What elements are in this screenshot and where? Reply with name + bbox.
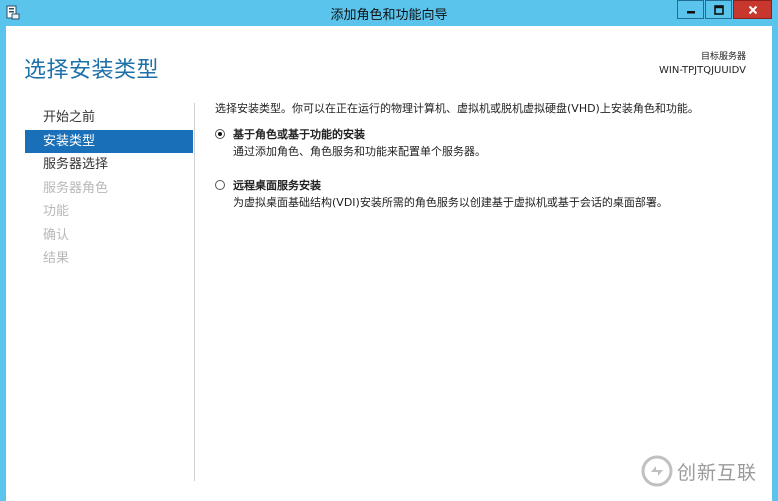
title-bar[interactable]: 添加角色和功能向导 bbox=[0, 0, 778, 26]
option-role-based[interactable]: 基于角色或基于功能的安装 通过添加角色、角色服务和功能来配置单个服务器。 bbox=[215, 128, 755, 160]
page-title: 选择安装类型 bbox=[24, 58, 160, 83]
target-server-name: WIN-TPJTQJUUIDV bbox=[659, 65, 746, 76]
watermark: 创新互联 bbox=[641, 453, 757, 489]
target-server-label: 目标服务器 bbox=[700, 52, 746, 62]
minimize-icon bbox=[686, 10, 695, 13]
wizard-content-area: 选择安装类型 目标服务器 WIN-TPJTQJUUIDV 开始之前 安装类型 服… bbox=[6, 26, 772, 501]
nav-item-confirmation: 确认 bbox=[43, 227, 70, 243]
minimize-button[interactable] bbox=[677, 0, 704, 19]
nav-divider bbox=[194, 103, 195, 481]
window-title: 添加角色和功能向导 bbox=[330, 8, 448, 23]
option-remote-desktop-description: 为虚拟桌面基础结构(VDI)安装所需的角色服务以创建基于虚拟机或基于会话的桌面部… bbox=[233, 196, 668, 209]
nav-item-results: 结果 bbox=[43, 251, 70, 266]
maximize-icon bbox=[713, 4, 724, 15]
main-panel: 选择安装类型。你可以在正在运行的物理计算机、虚拟机或脱机虚拟硬盘(VHD)上安装… bbox=[215, 102, 755, 230]
option-role-based-title[interactable]: 基于角色或基于功能的安装 bbox=[233, 128, 755, 142]
wizard-window: 添加角色和功能向导 选择安装类型 目标服务器 WIN-TPJTQJUUIDV 开… bbox=[0, 0, 778, 501]
wizard-nav: 开始之前 安装类型 服务器选择 服务器角色 功能 确认 结果 bbox=[25, 106, 193, 271]
nav-item-before-you-begin[interactable]: 开始之前 bbox=[25, 106, 193, 130]
option-role-based-description: 通过添加角色、角色服务和功能来配置单个服务器。 bbox=[233, 145, 486, 158]
intro-text: 选择安装类型。你可以在正在运行的物理计算机、虚拟机或脱机虚拟硬盘(VHD)上安装… bbox=[215, 102, 699, 115]
maximize-button[interactable] bbox=[705, 0, 732, 19]
nav-item-installation-type[interactable]: 安装类型 bbox=[25, 129, 193, 153]
nav-item-server-selection[interactable]: 服务器选择 bbox=[25, 153, 193, 177]
watermark-logo-icon bbox=[641, 455, 673, 487]
close-icon bbox=[748, 5, 757, 14]
target-server-info: 目标服务器 WIN-TPJTQJUUIDV bbox=[659, 50, 746, 78]
radio-role-based[interactable] bbox=[215, 129, 225, 139]
option-remote-desktop-title[interactable]: 远程桌面服务安装 bbox=[233, 179, 755, 193]
radio-remote-desktop[interactable] bbox=[215, 180, 225, 190]
nav-item-features: 功能 bbox=[43, 204, 70, 219]
close-button[interactable] bbox=[733, 0, 772, 19]
nav-item-server-roles: 服务器角色 bbox=[43, 180, 109, 196]
watermark-text: 创新互联 bbox=[677, 461, 758, 484]
option-remote-desktop[interactable]: 远程桌面服务安装 为虚拟桌面基础结构(VDI)安装所需的角色服务以创建基于虚拟机… bbox=[215, 179, 755, 211]
